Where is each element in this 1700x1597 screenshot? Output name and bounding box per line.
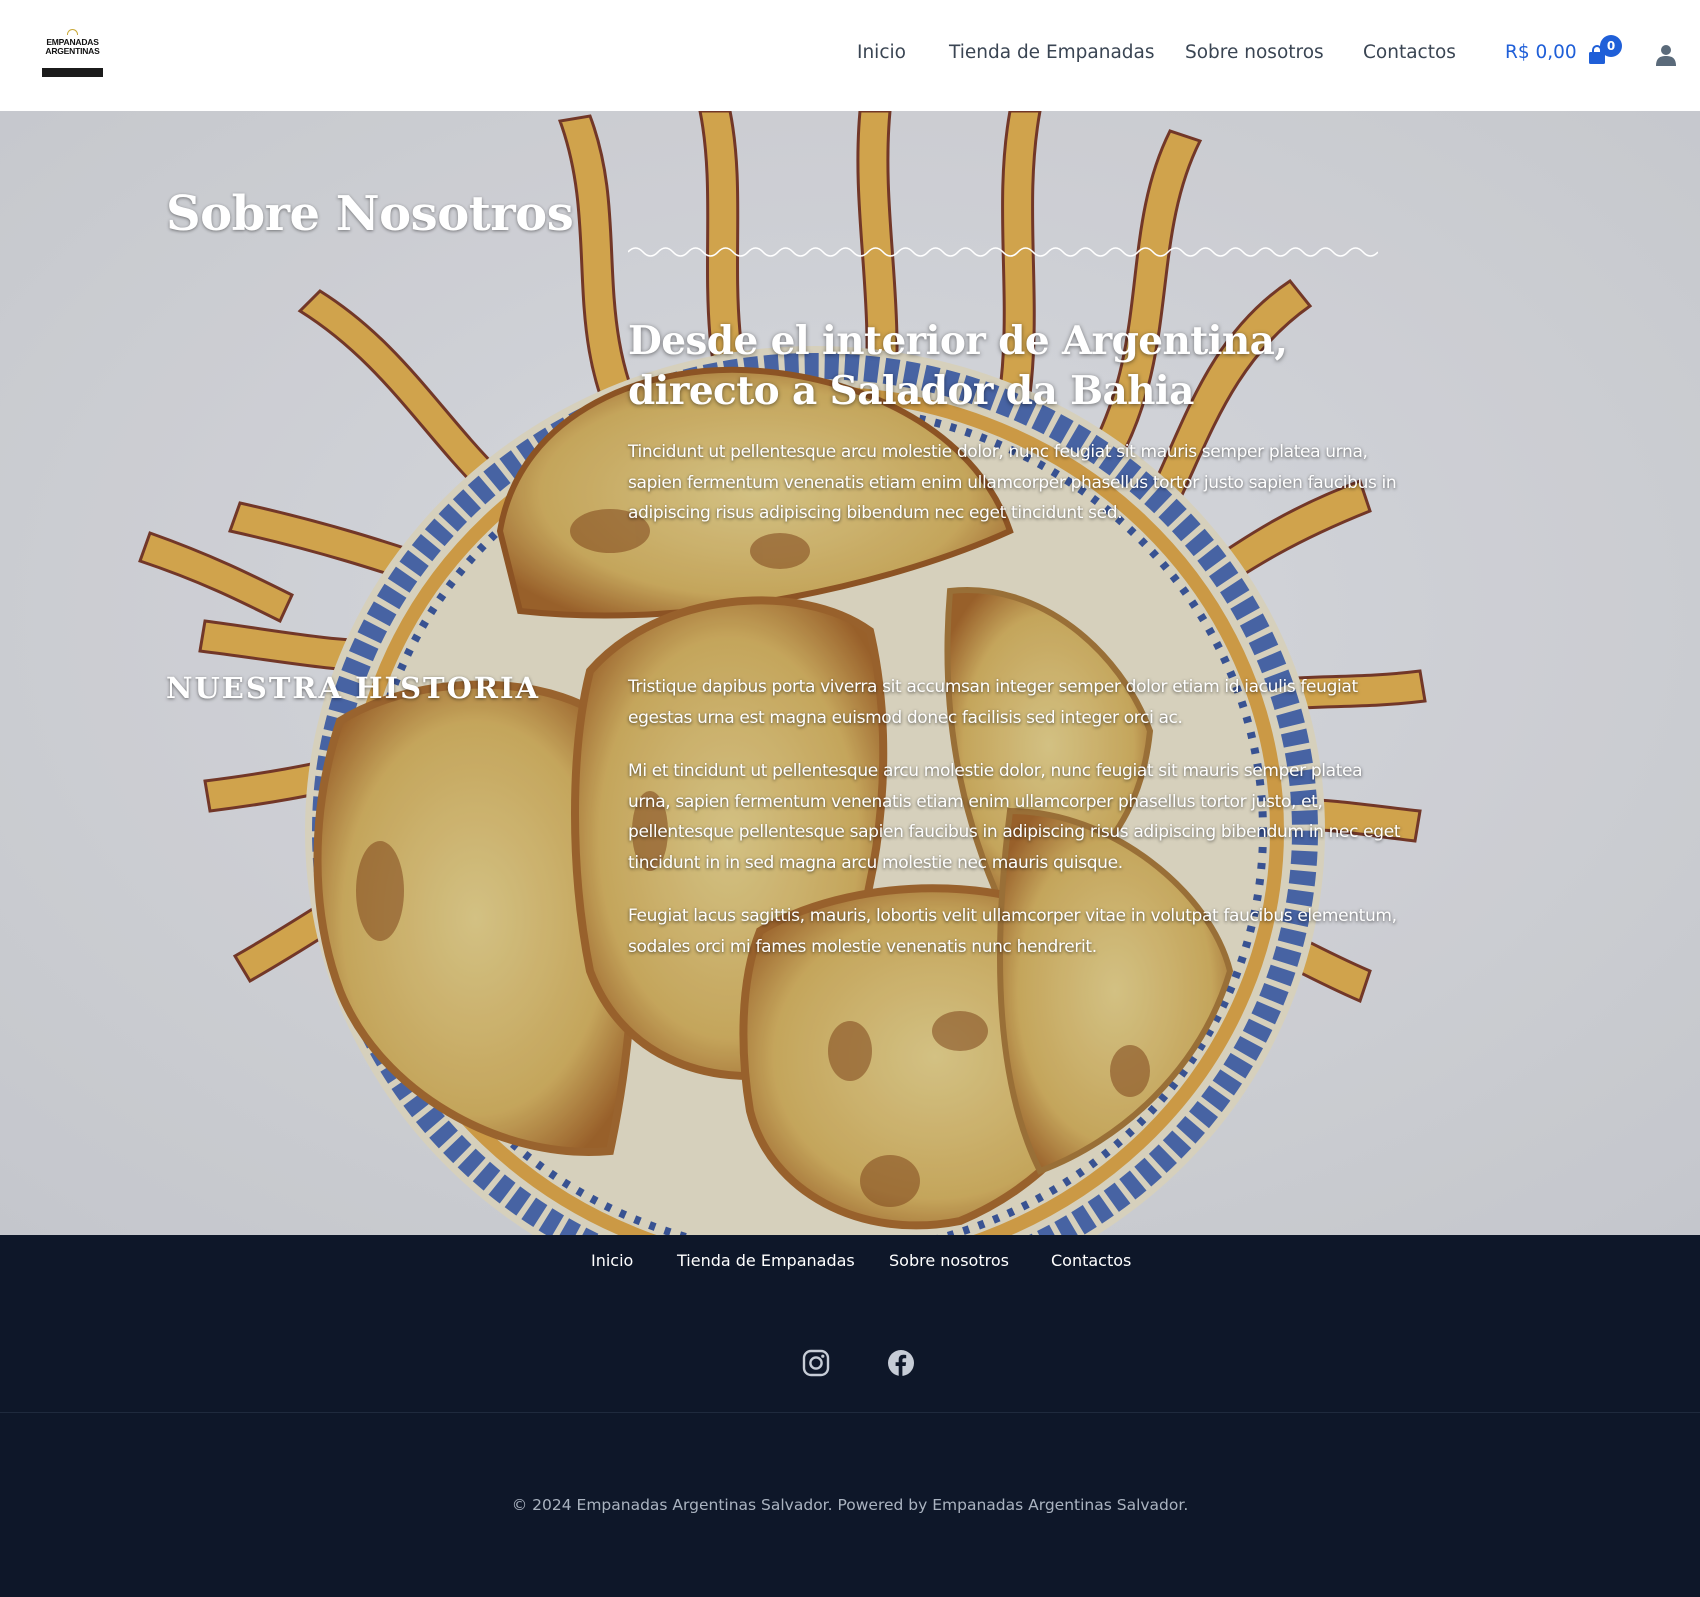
nav-item-inicio[interactable]: Inicio	[857, 42, 906, 63]
historia-paragraph-1: Tristique dapibus porta viverra sit accu…	[628, 677, 1358, 728]
site-footer: Inicio Tienda de Empanadas Sobre nosotro…	[0, 1235, 1700, 1597]
intro-heading: Desde el interior de Argentina, directo …	[628, 318, 1288, 414]
footer-nav-inicio[interactable]: Inicio	[591, 1251, 633, 1270]
cart-total[interactable]: R$ 0,00	[1505, 42, 1577, 63]
intro-paragraph: Tincidunt ut pellentesque arcu molestie …	[628, 442, 1397, 523]
nav-item-tienda[interactable]: Tienda de Empanadas	[949, 42, 1155, 63]
page-title: Sobre Nosotros	[166, 186, 574, 242]
user-account-icon[interactable]	[1656, 44, 1676, 66]
footer-nav-contactos[interactable]: Contactos	[1051, 1251, 1131, 1270]
instagram-icon[interactable]	[802, 1349, 830, 1377]
footer-nav-tienda[interactable]: Tienda de Empanadas	[677, 1251, 855, 1270]
hero-section: Sobre Nosotros Desde el interior de Arge…	[0, 111, 1700, 1235]
cart-count-badge: 0	[1600, 35, 1622, 57]
facebook-icon[interactable]	[887, 1349, 915, 1377]
historia-heading: NUESTRA HISTORIA	[166, 671, 541, 705]
footer-divider	[0, 1412, 1700, 1413]
footer-nav-sobre-nosotros[interactable]: Sobre nosotros	[889, 1251, 1009, 1270]
historia-paragraph-3: Feugiat lacus sagittis, mauris, lobortis…	[628, 906, 1397, 957]
nav-item-sobre-nosotros[interactable]: Sobre nosotros	[1185, 42, 1324, 63]
site-header: EMPANADAS ARGENTINAS Inicio Tienda de Em…	[0, 0, 1700, 111]
site-logo[interactable]: EMPANADAS ARGENTINAS	[42, 29, 103, 78]
wavy-divider	[628, 247, 1378, 257]
logo-sun-icon	[67, 29, 78, 35]
nav-item-contactos[interactable]: Contactos	[1363, 42, 1456, 63]
copyright-text: © 2024 Empanadas Argentinas Salvador. Po…	[511, 1496, 1189, 1514]
logo-text: EMPANADAS ARGENTINAS	[45, 37, 100, 56]
historia-paragraph-2: Mi et tincidunt ut pellentesque arcu mol…	[628, 761, 1401, 873]
logo-band	[42, 68, 103, 77]
